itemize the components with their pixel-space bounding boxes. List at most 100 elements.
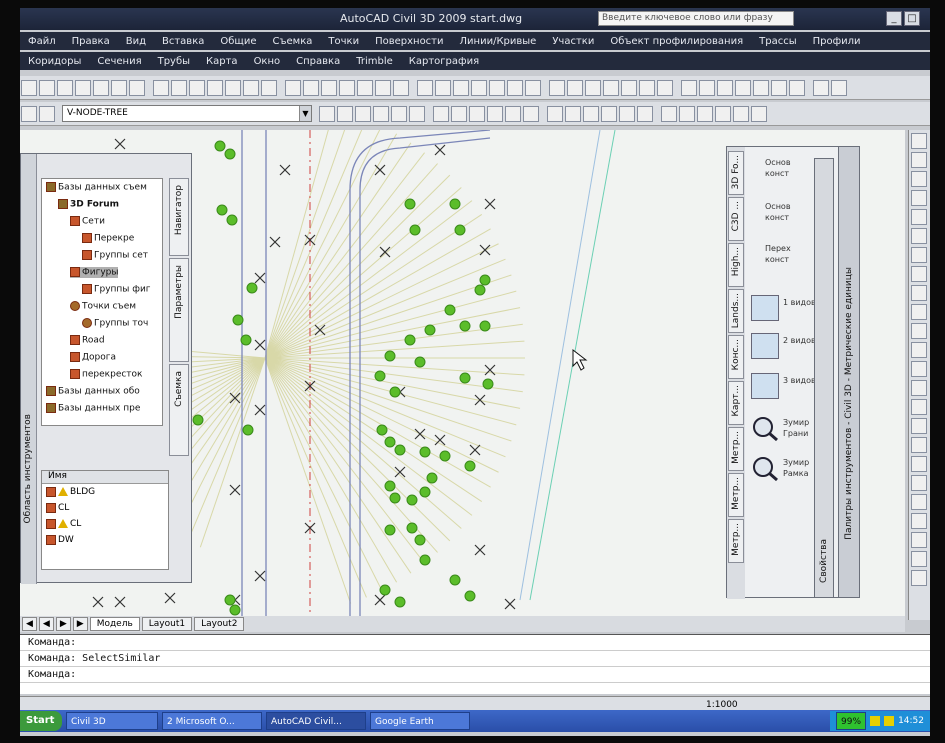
taskbar-item[interactable]: Civil 3D bbox=[66, 712, 158, 730]
menu-item[interactable]: Правка bbox=[64, 36, 118, 47]
toolbar-button[interactable] bbox=[93, 79, 109, 96]
toolbar-button[interactable] bbox=[619, 105, 635, 122]
toolbar-button[interactable] bbox=[831, 79, 847, 96]
menu-item[interactable]: Картография bbox=[401, 56, 487, 67]
menu-item[interactable]: Съемка bbox=[264, 36, 320, 47]
toolbar-button[interactable] bbox=[789, 79, 805, 96]
menu-item[interactable]: Трассы bbox=[751, 36, 804, 47]
menu-item[interactable]: Поверхности bbox=[367, 36, 451, 47]
toolbar-button[interactable] bbox=[911, 532, 927, 548]
toolbar-button[interactable] bbox=[505, 105, 521, 122]
toolbar-button[interactable] bbox=[697, 105, 713, 122]
toolbar-button[interactable] bbox=[911, 456, 927, 472]
menu-item[interactable]: Сечения bbox=[89, 56, 149, 67]
toolbar-button[interactable] bbox=[735, 79, 751, 96]
toolbar-button[interactable] bbox=[911, 418, 927, 434]
nav-arrow-icon[interactable]: ◀ bbox=[38, 617, 54, 631]
toolbar-button[interactable] bbox=[733, 105, 749, 122]
toolbar-button[interactable] bbox=[357, 79, 373, 96]
menu-item[interactable]: Справка bbox=[288, 56, 348, 67]
toolbar-button[interactable] bbox=[717, 79, 733, 96]
tree-item[interactable]: Road bbox=[70, 335, 105, 346]
toolbar-button[interactable] bbox=[911, 266, 927, 282]
tree-item[interactable]: 3D Forum bbox=[58, 199, 119, 210]
toolbar-button[interactable] bbox=[911, 247, 927, 263]
toolbar-button[interactable] bbox=[337, 105, 353, 122]
toolbar-button[interactable] bbox=[321, 79, 337, 96]
toolbar-button[interactable] bbox=[567, 79, 583, 96]
toolbar-button[interactable] bbox=[409, 105, 425, 122]
palette-item[interactable]: Перех конст bbox=[765, 243, 805, 265]
toolbar-button[interactable] bbox=[911, 475, 927, 491]
toolbar-button[interactable] bbox=[549, 79, 565, 96]
toolbar-button[interactable] bbox=[21, 79, 37, 96]
toolbar-button[interactable] bbox=[469, 105, 485, 122]
menu-item[interactable]: Файл bbox=[20, 36, 64, 47]
menu-item[interactable]: Точки bbox=[320, 36, 367, 47]
list-item[interactable]: DW bbox=[42, 532, 168, 548]
toolbar-button[interactable] bbox=[699, 79, 715, 96]
list-item[interactable]: CL bbox=[42, 500, 168, 516]
menu-item[interactable]: Окно bbox=[246, 56, 289, 67]
prospector-tree[interactable]: Базы данных съем 3D Forum Сети Перекре Групп… bbox=[41, 178, 163, 426]
toolbar-button[interactable] bbox=[715, 105, 731, 122]
tree-item[interactable]: Точки съем bbox=[70, 301, 136, 312]
toolbar-button[interactable] bbox=[225, 79, 241, 96]
menu-item[interactable]: Объект профилирования bbox=[602, 36, 751, 47]
layer-on-icon[interactable] bbox=[39, 105, 55, 122]
layout-tab[interactable]: Layout1 bbox=[141, 617, 193, 631]
toolbar-button[interactable] bbox=[243, 79, 259, 96]
toolbar-button[interactable] bbox=[621, 79, 637, 96]
palette-tab[interactable]: 3D Fo... bbox=[728, 151, 744, 195]
toolbar-button[interactable] bbox=[471, 79, 487, 96]
toolbar-button[interactable] bbox=[751, 105, 767, 122]
annotation-scale[interactable]: 1:1000 bbox=[706, 700, 738, 710]
menu-item[interactable]: Коридоры bbox=[20, 56, 89, 67]
menu-item[interactable]: Профили bbox=[805, 36, 869, 47]
toolbar-button[interactable] bbox=[911, 323, 927, 339]
tree-item[interactable]: Дорога bbox=[70, 352, 116, 363]
list-item[interactable]: CL bbox=[42, 516, 168, 532]
toolbar-button[interactable] bbox=[355, 105, 371, 122]
toolbar-button[interactable] bbox=[153, 79, 169, 96]
toolbar-button[interactable] bbox=[639, 79, 655, 96]
tab-parameters[interactable]: Параметры bbox=[169, 258, 189, 362]
toolbar-button[interactable] bbox=[303, 79, 319, 96]
taskbar-item[interactable]: AutoCAD Civil... bbox=[266, 712, 366, 730]
toolbar-button[interactable] bbox=[771, 79, 787, 96]
figure-list[interactable]: Имя BLDG CL CL DW bbox=[41, 470, 169, 570]
toolbar-button[interactable] bbox=[911, 570, 927, 586]
palette-tab[interactable]: Lands... bbox=[728, 289, 744, 333]
zoom-icon[interactable] bbox=[751, 455, 779, 482]
toolbar-button[interactable] bbox=[417, 79, 433, 96]
toolbar-button[interactable] bbox=[601, 105, 617, 122]
toolbar-button[interactable] bbox=[489, 79, 505, 96]
toolbar-button[interactable] bbox=[319, 105, 335, 122]
toolbar-button[interactable] bbox=[681, 79, 697, 96]
menu-item[interactable]: Trimble bbox=[348, 56, 401, 67]
maximize-button[interactable]: □ bbox=[904, 11, 920, 26]
toolbar-button[interactable] bbox=[583, 105, 599, 122]
tree-item[interactable]: Перекре bbox=[82, 233, 134, 244]
toolbar-button[interactable] bbox=[451, 105, 467, 122]
toolbar-button[interactable] bbox=[911, 361, 927, 377]
toolbar-button[interactable] bbox=[911, 133, 927, 149]
tree-item[interactable]: Группы фиг bbox=[82, 284, 151, 295]
viewport-icon[interactable] bbox=[751, 295, 779, 321]
taskbar-item[interactable]: 2 Microsoft O... bbox=[162, 712, 262, 730]
toolbar-button[interactable] bbox=[661, 105, 677, 122]
tree-item[interactable]: Сети bbox=[70, 216, 105, 227]
menu-item[interactable]: Линии/Кривые bbox=[452, 36, 545, 47]
menu-item[interactable]: Карта bbox=[198, 56, 246, 67]
palette-tab[interactable]: Метр... bbox=[728, 473, 744, 517]
toolbar-button[interactable] bbox=[813, 79, 829, 96]
command-line[interactable]: Команда: Команда: SelectSimilar Команда: bbox=[20, 634, 930, 694]
layout-tab[interactable]: Layout2 bbox=[194, 617, 245, 631]
palette-item[interactable]: Основ конст bbox=[765, 201, 805, 223]
toolbar-button[interactable] bbox=[339, 79, 355, 96]
toolbar-button[interactable] bbox=[487, 105, 503, 122]
palette-tab[interactable]: Метр... bbox=[728, 519, 744, 563]
tree-item[interactable]: Базы данных обо bbox=[46, 386, 140, 397]
palette-tab[interactable]: Конс... bbox=[728, 335, 744, 379]
tree-item[interactable]: Фигуры bbox=[70, 267, 119, 278]
